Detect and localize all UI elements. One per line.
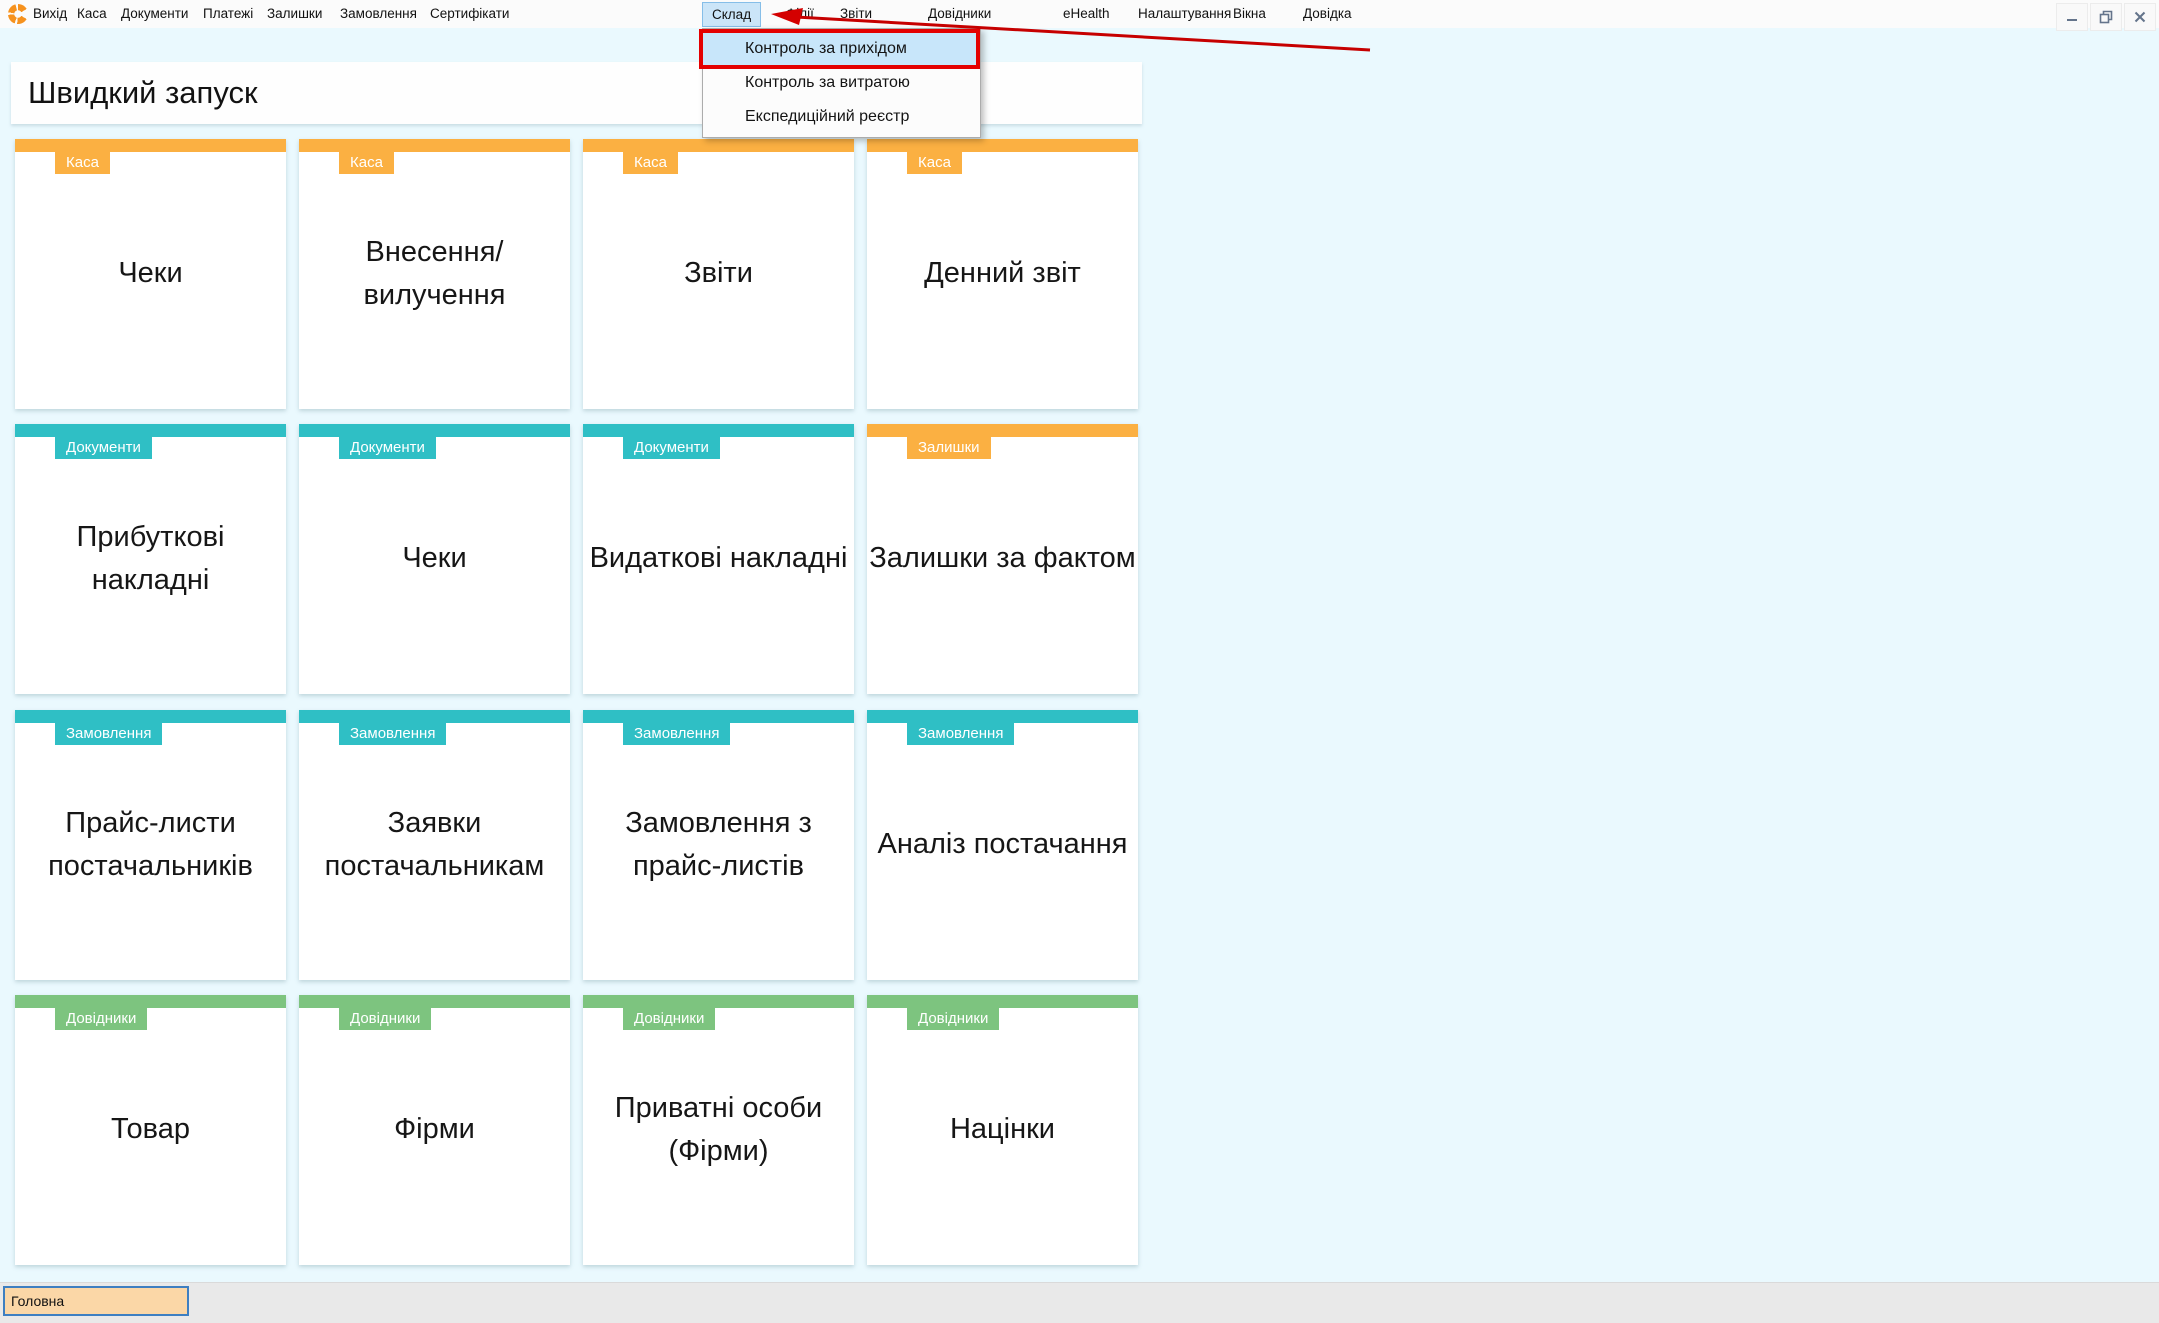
menu-item-nalashtuvannia[interactable]: Налаштування [1138, 0, 1231, 28]
dropdown-item-ekspedytsiinyi-reiestr[interactable]: Експедиційний реєстр [703, 100, 980, 134]
menu-item-dovidka[interactable]: Довідка [1303, 0, 1352, 28]
tile-firmy[interactable]: Довідники Фірми [299, 995, 570, 1265]
dropdown-item-kontrol-za-prykhidom[interactable]: Контроль за прихідом [703, 32, 980, 66]
menu-bar: Вихід Каса Документи Платежі Залишки Зам… [0, 0, 2159, 28]
tile-natsinky[interactable]: Довідники Націнки [867, 995, 1138, 1265]
menu-item-platezhi[interactable]: Платежі [203, 0, 253, 28]
tile-zaiavky-postachalnykam[interactable]: Замовлення Заявки постачальникам [299, 710, 570, 980]
tile-category-bar [15, 995, 286, 1008]
tile-prybutkovi-nakladni[interactable]: Документи Прибуткові накладні [15, 424, 286, 694]
tile-pryvatni-osoby-firmy[interactable]: Довідники Приватні особи (Фірми) [583, 995, 854, 1265]
tile-category-badge: Документи [339, 437, 436, 459]
tile-label: Звіти [682, 252, 755, 296]
close-button[interactable] [2124, 3, 2156, 31]
menu-item-kasa[interactable]: Каса [77, 0, 107, 28]
tile-label: Націнки [948, 1108, 1057, 1152]
sklad-dropdown-menu: Контроль за прихідом Контроль за витрато… [702, 28, 981, 138]
tile-label: Видаткові накладні [588, 537, 850, 581]
window-controls [2056, 3, 2156, 31]
tile-category-bar [583, 424, 854, 437]
tile-label: Чеки [116, 252, 184, 296]
tile-category-bar [867, 139, 1138, 152]
tile-category-badge: Замовлення [339, 723, 446, 745]
tile-category-badge: Довідники [907, 1008, 999, 1030]
dropdown-item-kontrol-za-vytratoiu[interactable]: Контроль за витратою [703, 66, 980, 100]
tile-dennyi-zvit[interactable]: Каса Денний звіт [867, 139, 1138, 409]
tile-label: Денний звіт [922, 252, 1083, 296]
menu-item-sertyfikaty[interactable]: Сертифікати [430, 0, 509, 28]
tile-label: Замовлення з прайс-листів [583, 802, 854, 889]
tile-category-bar [583, 710, 854, 723]
tile-category-bar [867, 995, 1138, 1008]
tile-category-badge: Довідники [339, 1008, 431, 1030]
tile-category-bar [583, 995, 854, 1008]
menu-item-dovidnyky[interactable]: Довідники [928, 0, 991, 28]
minimize-icon [2066, 11, 2078, 23]
menu-item-zalyshky[interactable]: Залишки [267, 0, 322, 28]
quick-launch-grid: Каса Чеки Каса Внесення/вилучення Каса З… [15, 139, 1139, 1266]
restore-icon [2099, 10, 2113, 24]
tile-category-bar [299, 139, 570, 152]
tile-category-bar [299, 424, 570, 437]
tile-category-bar [867, 424, 1138, 437]
tile-zalyshky-za-faktom[interactable]: Залишки Залишки за фактом [867, 424, 1138, 694]
minimize-button[interactable] [2056, 3, 2088, 31]
tile-category-bar [299, 710, 570, 723]
tile-analiz-postachannia[interactable]: Замовлення Аналіз постачання [867, 710, 1138, 980]
restore-button[interactable] [2090, 3, 2122, 31]
tile-label: Приватні особи (Фірми) [583, 1087, 854, 1174]
tile-vnesennia-vyluchennia[interactable]: Каса Внесення/вилучення [299, 139, 570, 409]
tile-cheky-kasa[interactable]: Каса Чеки [15, 139, 286, 409]
tile-category-badge: Залишки [907, 437, 991, 459]
tile-category-badge: Каса [339, 152, 394, 174]
tile-category-badge: Документи [55, 437, 152, 459]
tile-label: Внесення/вилучення [299, 231, 570, 318]
tile-category-badge: Замовлення [907, 723, 1014, 745]
app-logo-icon [8, 4, 28, 24]
tile-category-badge: Замовлення [623, 723, 730, 745]
tile-label: Залишки за фактом [867, 537, 1137, 581]
tile-category-badge: Документи [623, 437, 720, 459]
tile-category-bar [867, 710, 1138, 723]
tile-zamovlennia-z-prais-lystiv[interactable]: Замовлення Замовлення з прайс-листів [583, 710, 854, 980]
tab-holovna[interactable]: Головна [3, 1286, 189, 1316]
tile-label: Чеки [400, 537, 468, 581]
tile-cheky-dokumenty[interactable]: Документи Чеки [299, 424, 570, 694]
tile-label: Фірми [392, 1108, 477, 1152]
tile-label: Аналіз постачання [876, 823, 1130, 867]
tile-vydatkovi-nakladni[interactable]: Документи Видаткові накладні [583, 424, 854, 694]
menu-item-vykhid[interactable]: Вихід [33, 0, 67, 28]
tile-category-badge: Довідники [623, 1008, 715, 1030]
tile-category-bar [15, 710, 286, 723]
menu-item-ehealth[interactable]: eHealth [1063, 0, 1110, 28]
menu-item-zvity[interactable]: Звіти [840, 0, 872, 28]
status-bar: Головна [0, 1282, 2159, 1323]
tile-prais-lysty-postachalnykiv[interactable]: Замовлення Прайс-листи постачальників [15, 710, 286, 980]
tile-category-badge: Каса [907, 152, 962, 174]
tile-label: Прибуткові накладні [15, 516, 286, 603]
tile-category-badge: Довідники [55, 1008, 147, 1030]
close-icon [2134, 11, 2146, 23]
tile-label: Товар [109, 1108, 192, 1152]
tile-category-bar [583, 139, 854, 152]
menu-item-vikna[interactable]: Вікна [1233, 0, 1266, 28]
tile-category-badge: Каса [55, 152, 110, 174]
menu-item-zamovlennia[interactable]: Замовлення [340, 0, 417, 28]
tile-category-badge: Замовлення [55, 723, 162, 745]
tile-category-bar [15, 139, 286, 152]
tile-label: Заявки постачальникам [299, 802, 570, 889]
tile-label: Прайс-листи постачальників [15, 802, 286, 889]
menu-item-sklad[interactable]: Склад [702, 2, 761, 27]
menu-item-dokumenty[interactable]: Документи [121, 0, 188, 28]
tile-tovar[interactable]: Довідники Товар [15, 995, 286, 1265]
tile-zvity-kasa[interactable]: Каса Звіти [583, 139, 854, 409]
menu-item-filii[interactable]: Філії [786, 0, 814, 28]
tile-category-badge: Каса [623, 152, 678, 174]
tile-category-bar [15, 424, 286, 437]
tile-category-bar [299, 995, 570, 1008]
